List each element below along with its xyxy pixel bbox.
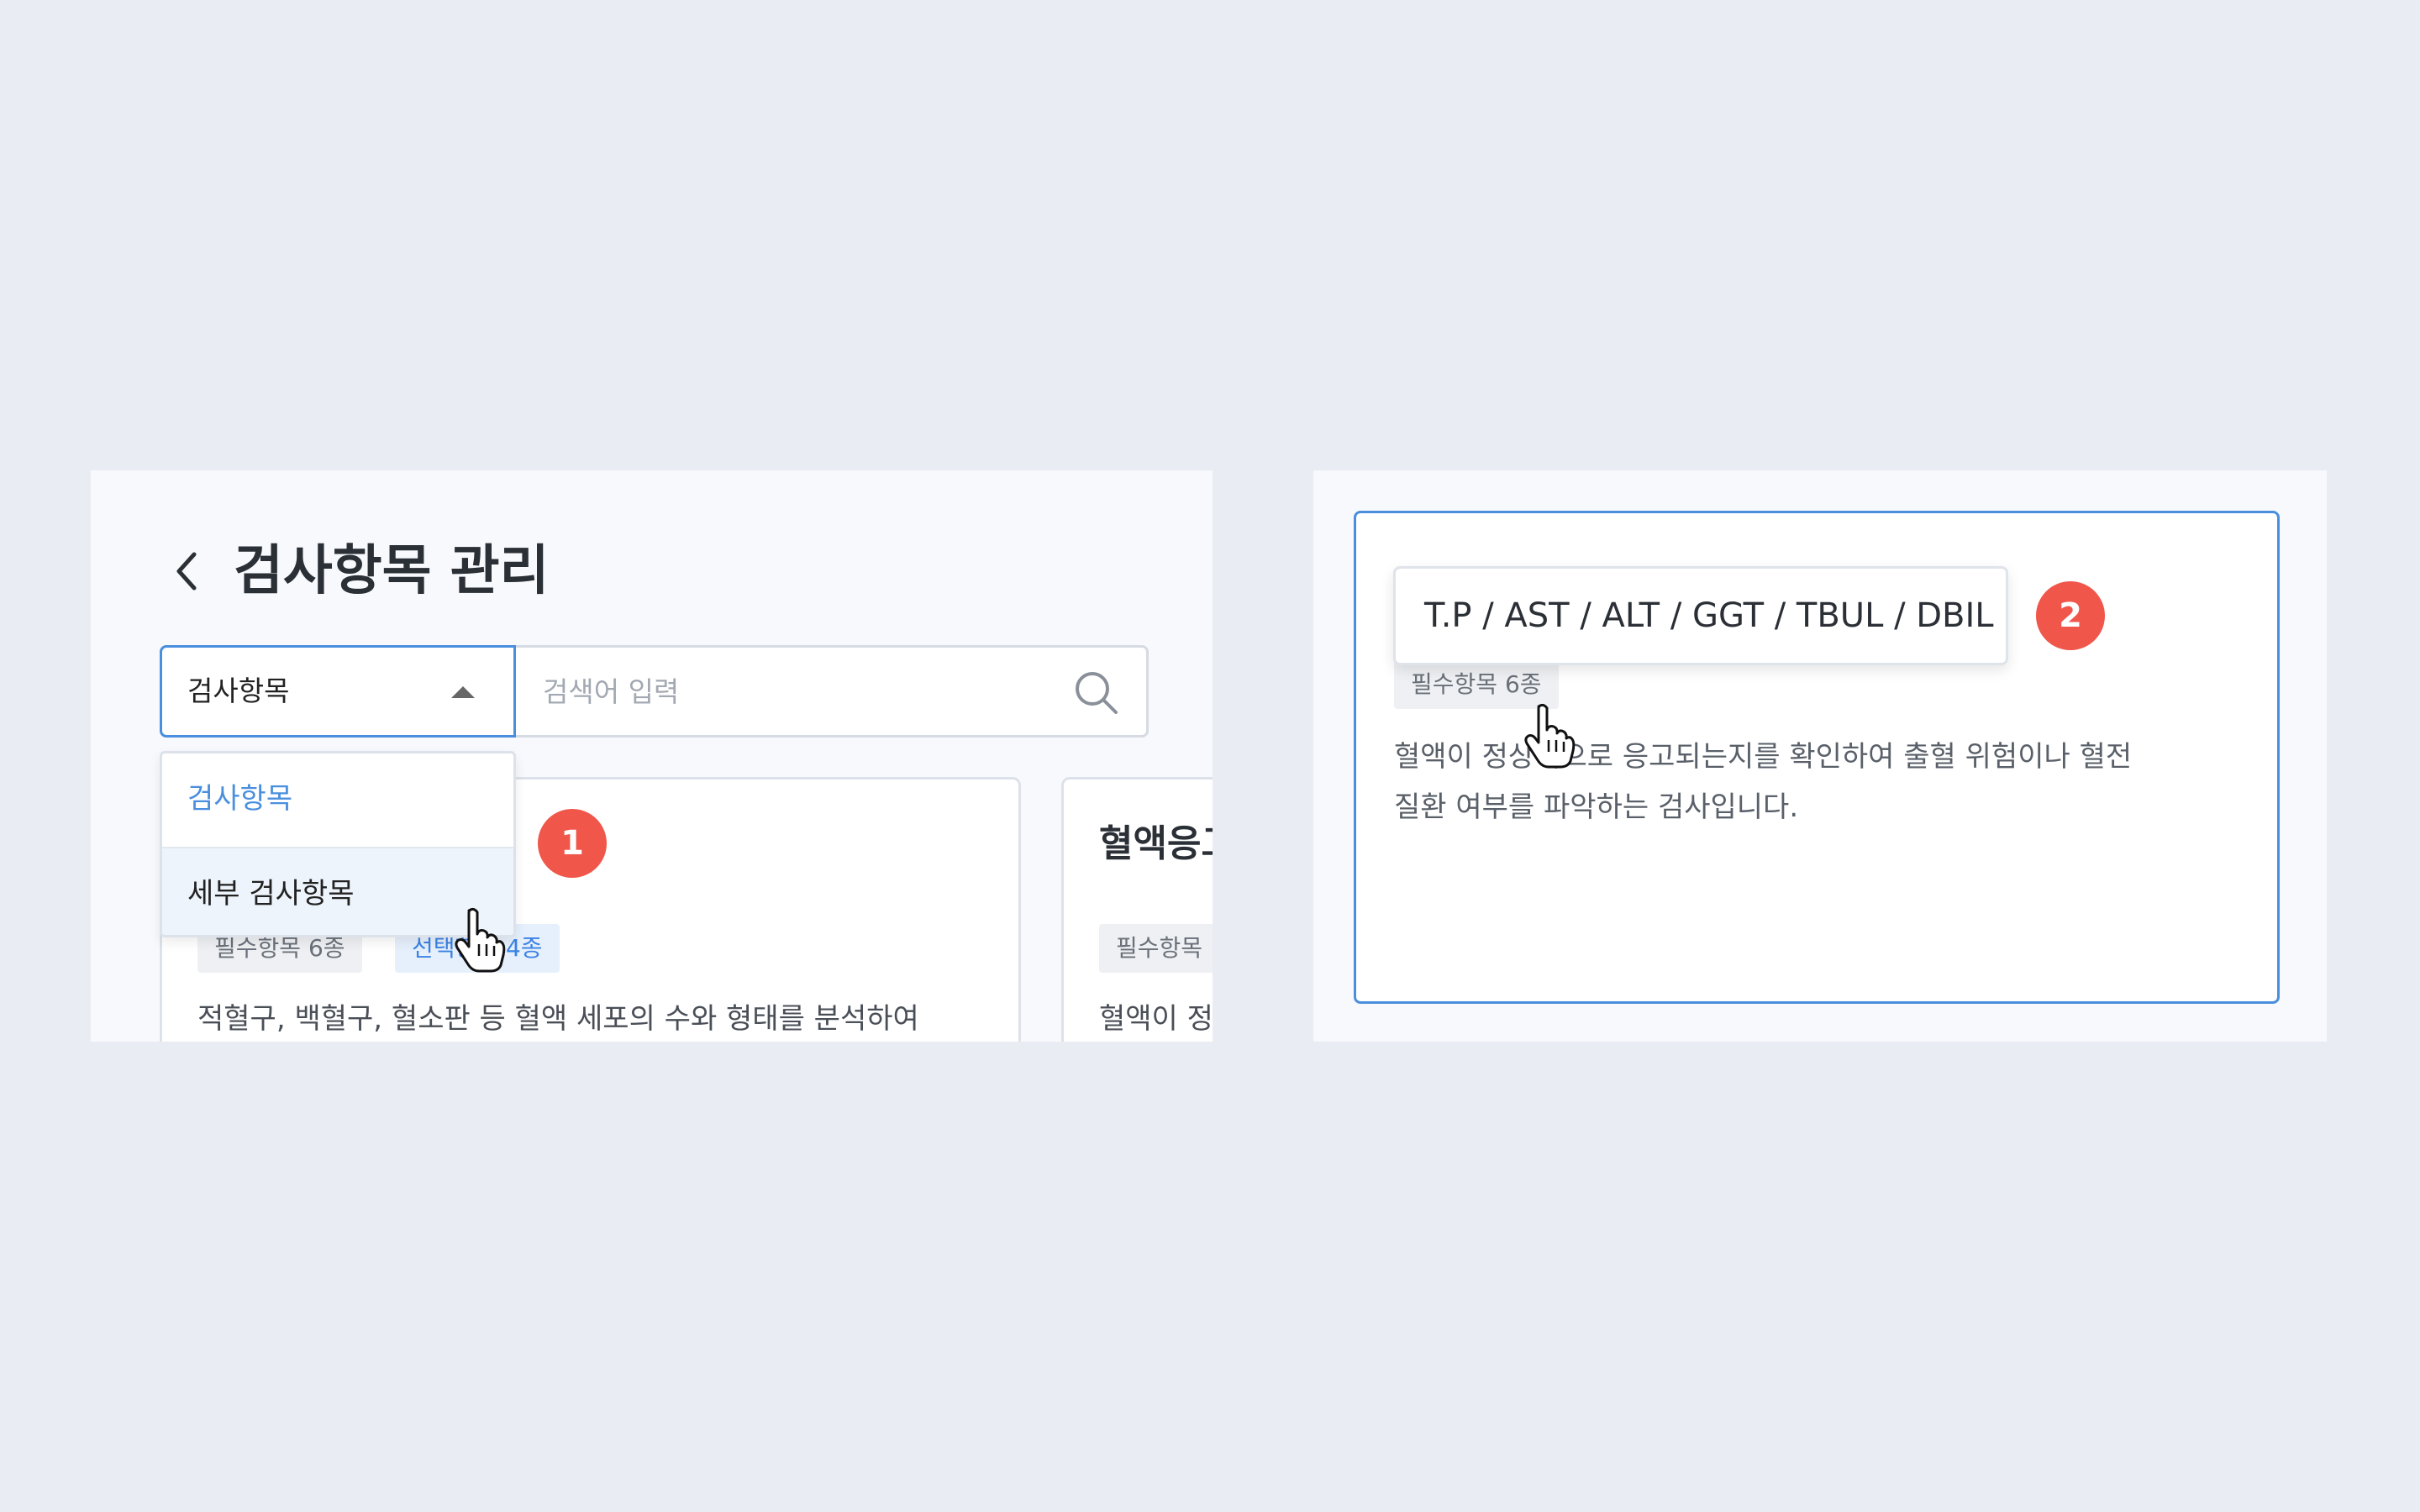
search-icon[interactable]	[1072, 669, 1119, 716]
card-description-line-1: 혈액이 정상적으로 응고되는지를 확인하여 출혈 위험이나 혈전	[1394, 740, 2133, 774]
page-title: 검사항목 관리	[234, 540, 550, 602]
category-select[interactable]: 검사항목	[160, 645, 516, 738]
required-items-tooltip: T.P / AST / ALT / GGT / TBUL / DBIL	[1393, 566, 2008, 665]
test-item-card[interactable]: 혈액응고 필수항목 혈액이 정	[1061, 777, 1213, 1042]
chevron-left-icon	[176, 552, 197, 591]
tooltip-panel: 필수항목 6종 혈액이 정상적으로 응고되는지를 확인하여 출혈 위험이나 혈전…	[1313, 470, 2327, 1042]
step-badge-1: 1	[538, 809, 607, 878]
card-description-line-2: 질환 여부를 파악하는 검사입니다.	[1394, 790, 1799, 824]
step-badge-2: 2	[2036, 581, 2105, 650]
search-dropdown-panel: 검사항목 관리 필수항목 6종 선택항목 4종 적혈구, 백혈구, 혈소판 등 …	[91, 470, 1213, 1042]
search-input[interactable]	[516, 648, 1104, 735]
back-button[interactable]	[168, 546, 205, 596]
hand-cursor-icon	[1524, 703, 1576, 769]
card-description: 적혈구, 백혈구, 혈소판 등 혈액 세포의 수와 형태를 분석하여	[197, 1002, 919, 1036]
hand-cursor-icon	[455, 907, 506, 973]
dropdown-option-test-item[interactable]: 검사항목	[162, 753, 513, 844]
required-items-tag: 필수항목	[1099, 924, 1213, 973]
caret-up-icon	[451, 686, 475, 698]
category-select-value: 검사항목	[187, 675, 290, 707]
card-title: 혈액응고	[1099, 822, 1213, 865]
card-description: 혈액이 정	[1099, 1002, 1213, 1036]
